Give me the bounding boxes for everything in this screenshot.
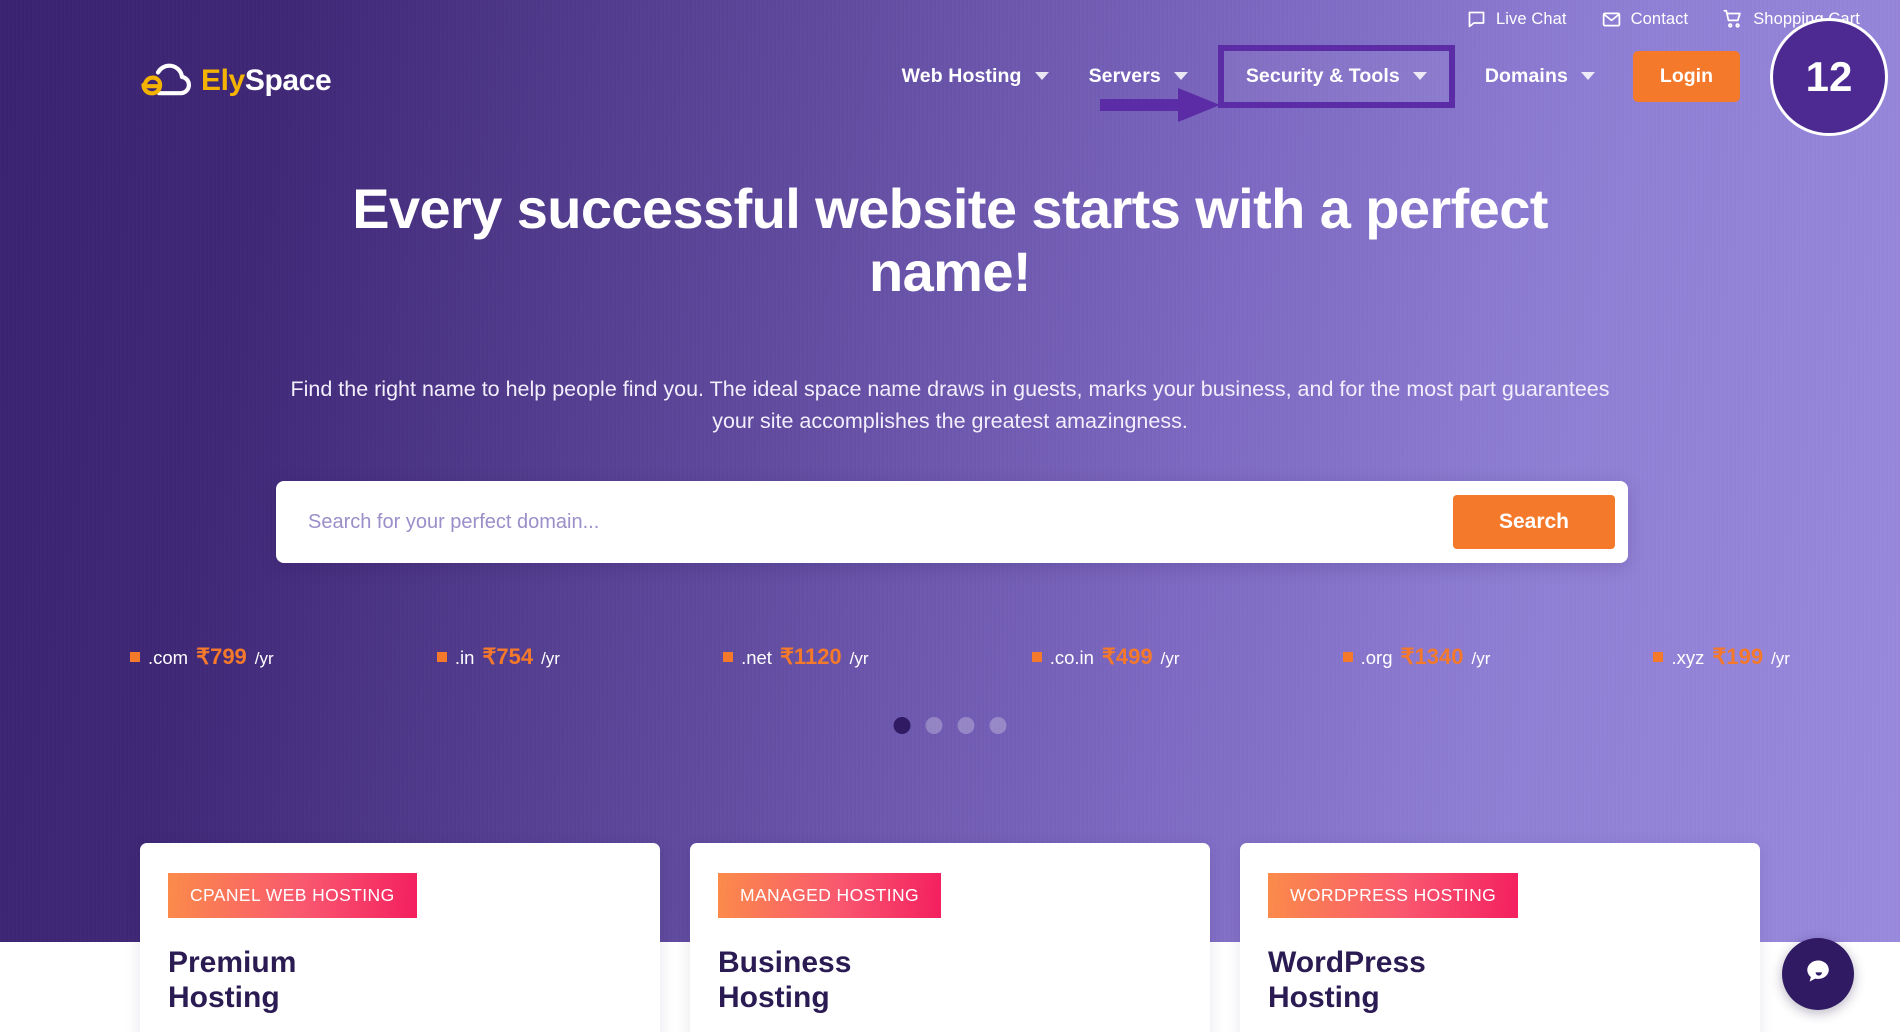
nav-item-security-and-tools[interactable]: Security & Tools xyxy=(1217,44,1455,108)
plan-card-title: WordPress Hosting xyxy=(1268,946,1426,1014)
tld-name: .xyz xyxy=(1671,647,1705,668)
chevron-down-icon xyxy=(1173,72,1188,80)
nav-item-domains[interactable]: Domains xyxy=(1465,47,1615,106)
hero-subtitle: Find the right name to help people find … xyxy=(290,377,1610,433)
plan-card-title: Premium Hosting xyxy=(168,946,297,1014)
tld-period: /yr xyxy=(849,649,869,668)
annotation-step-badge: 12 xyxy=(1770,18,1888,136)
tld-price: ₹499 xyxy=(1101,644,1153,669)
top-link-label: Contact xyxy=(1630,9,1689,28)
tld-price: ₹1120 xyxy=(779,644,842,669)
top-link-live-chat[interactable]: Live Chat xyxy=(1466,9,1567,30)
plan-card-list: CPANEL WEB HOSTING Premium Hosting MANAG… xyxy=(140,843,1760,1032)
tld-item-com[interactable]: .com ₹799 /yr xyxy=(130,644,274,670)
tld-period: /yr xyxy=(1471,649,1491,668)
tld-name: .com xyxy=(148,647,189,668)
nav-item-label: Security & Tools xyxy=(1245,64,1400,87)
tld-period: /yr xyxy=(1771,649,1790,668)
tld-price-strip: .com ₹799 /yr .in ₹754 /yr .net ₹1120 /y… xyxy=(130,644,1790,670)
main-navbar: ElySpace Web Hosting Servers Security & … xyxy=(0,38,1900,114)
bullet-square-icon xyxy=(436,652,447,662)
tld-price: ₹1340 xyxy=(1400,644,1464,669)
search-input[interactable] xyxy=(306,509,1453,535)
chevron-down-icon xyxy=(1412,72,1427,80)
nav-item-label: Web Hosting xyxy=(901,64,1022,87)
chevron-down-icon xyxy=(1034,72,1049,80)
tld-name: .co.in xyxy=(1049,647,1094,668)
plan-card-title: Business Hosting xyxy=(718,946,852,1014)
plan-card-badge: MANAGED HOSTING xyxy=(718,873,942,918)
tld-price: ₹199 xyxy=(1712,644,1764,669)
carousel-dot-3[interactable] xyxy=(957,717,975,734)
hero-section xyxy=(0,0,1900,942)
page-root: Live Chat Contact Shopping Cart ElySpace… xyxy=(0,0,1900,1032)
shopping-cart-icon xyxy=(1722,8,1744,30)
carousel-dot-1[interactable] xyxy=(893,717,911,734)
bullet-square-icon xyxy=(1342,652,1353,662)
tld-name: .org xyxy=(1360,647,1393,668)
page-title: Every successful website starts with a p… xyxy=(352,177,1548,303)
tld-period: /yr xyxy=(1160,649,1180,668)
login-button[interactable]: Login xyxy=(1632,50,1740,102)
chat-bubble-icon xyxy=(1801,955,1835,994)
domain-search-bar: Search xyxy=(276,481,1628,563)
plan-card-wordpress-hosting[interactable]: WORDPRESS HOSTING WordPress Hosting xyxy=(1240,843,1760,1032)
tld-name: .net xyxy=(741,647,772,668)
top-link-label: Live Chat xyxy=(1496,9,1567,28)
tld-period: /yr xyxy=(541,649,560,668)
brand-logo[interactable]: ElySpace xyxy=(136,62,332,100)
tld-item-xyz[interactable]: .xyz ₹199 /yr xyxy=(1653,644,1790,670)
tld-price: ₹799 xyxy=(196,644,247,669)
carousel-dot-4[interactable] xyxy=(989,717,1007,734)
tld-name: .in xyxy=(454,647,475,668)
annotation-arrow-icon xyxy=(1100,88,1220,122)
brand-name-space: Space xyxy=(244,64,332,97)
bullet-square-icon xyxy=(723,652,734,662)
envelope-icon xyxy=(1601,9,1622,30)
search-button[interactable]: Search xyxy=(1452,495,1615,549)
brand-name: ElySpace xyxy=(201,64,332,97)
top-link-contact[interactable]: Contact xyxy=(1601,9,1689,30)
tld-item-org[interactable]: .org ₹1340 /yr xyxy=(1342,644,1491,670)
nav-item-label: Servers xyxy=(1088,64,1161,87)
tld-item-co-in[interactable]: .co.in ₹499 /yr xyxy=(1031,644,1180,670)
plan-card-badge: WORDPRESS HOSTING xyxy=(1268,873,1519,918)
cloud-e-logo-icon xyxy=(136,62,192,100)
plan-card-managed-hosting[interactable]: MANAGED HOSTING Business Hosting xyxy=(690,843,1210,1032)
tld-price: ₹754 xyxy=(482,644,534,669)
carousel-dot-2[interactable] xyxy=(925,717,943,734)
brand-name-ely: Ely xyxy=(201,64,245,97)
plan-card-cpanel-web-hosting[interactable]: CPANEL WEB HOSTING Premium Hosting xyxy=(140,843,660,1032)
tld-item-net[interactable]: .net ₹1120 /yr xyxy=(723,644,869,670)
chat-bubble-icon xyxy=(1466,9,1487,30)
bullet-square-icon xyxy=(1653,652,1664,662)
bullet-square-icon xyxy=(130,652,140,662)
chat-launcher-button[interactable] xyxy=(1782,938,1854,1010)
carousel-dots xyxy=(893,717,1007,734)
chevron-down-icon xyxy=(1580,72,1595,80)
nav-links: Web Hosting Servers Security & Tools Dom… xyxy=(882,38,1740,114)
plan-card-badge: CPANEL WEB HOSTING xyxy=(168,873,417,918)
nav-item-label: Domains xyxy=(1484,64,1568,87)
tld-item-in[interactable]: .in ₹754 /yr xyxy=(436,644,560,670)
nav-item-web-hosting[interactable]: Web Hosting xyxy=(882,47,1069,106)
tld-period: /yr xyxy=(254,649,274,668)
bullet-square-icon xyxy=(1031,652,1042,662)
